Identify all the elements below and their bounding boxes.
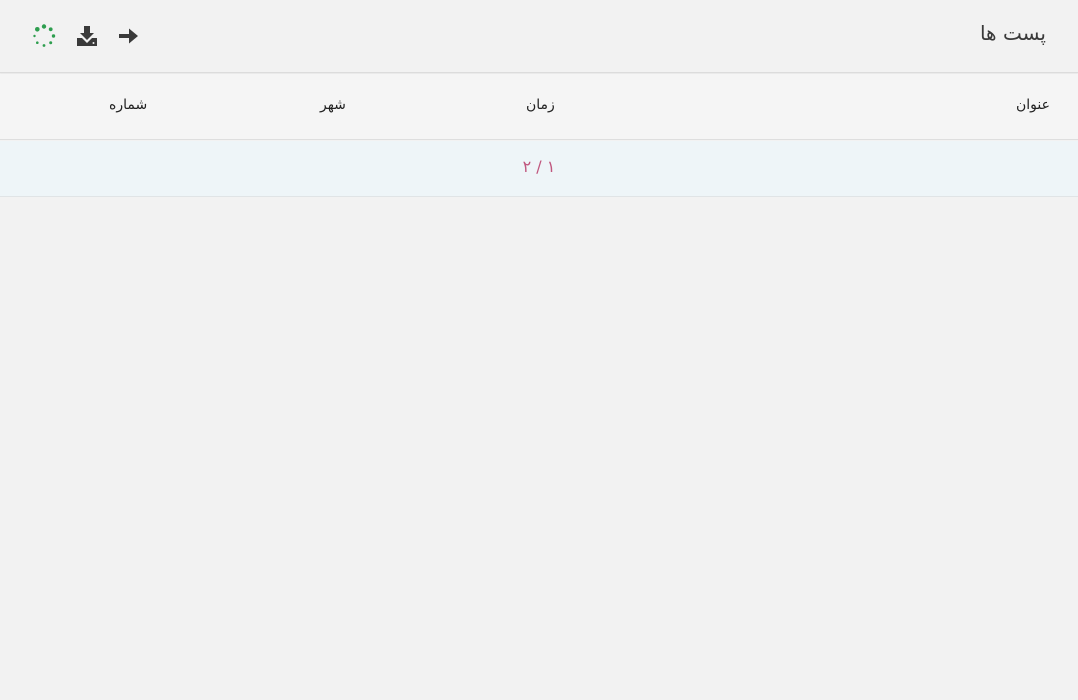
page-indicator: ۱ / ۲ <box>522 157 556 176</box>
column-header-number[interactable]: شماره <box>109 97 147 113</box>
arrow-right-icon <box>119 28 138 44</box>
table-header-row: عنوان زمان شهر شماره <box>0 74 1078 140</box>
back-button[interactable] <box>114 22 142 50</box>
pagination-row: ۱ / ۲ <box>0 141 1078 197</box>
page-title: پست ها <box>979 21 1046 45</box>
column-header-title[interactable]: عنوان <box>1016 97 1050 113</box>
column-header-city[interactable]: شهر <box>320 97 346 113</box>
spinner-icon <box>33 24 56 47</box>
download-button[interactable] <box>73 22 101 50</box>
top-bar: پست ها <box>0 0 1078 73</box>
download-icon <box>77 26 97 46</box>
loading-spinner <box>30 22 58 50</box>
column-header-time[interactable]: زمان <box>526 97 555 113</box>
